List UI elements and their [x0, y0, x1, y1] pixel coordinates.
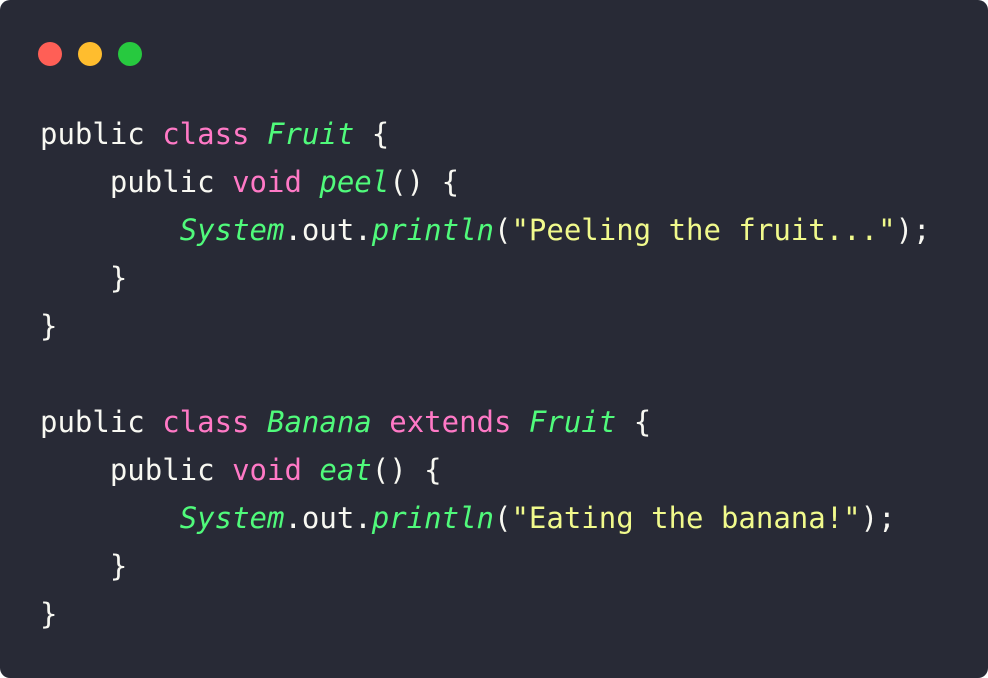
code-type: Fruit [267, 117, 355, 151]
code-line: } [40, 590, 930, 638]
code-text: () { [371, 453, 442, 487]
code-type: Fruit [528, 405, 617, 439]
code-keyword: extends [389, 405, 512, 439]
code-line: } [40, 254, 930, 302]
code-block: public class Fruit { public void peel() … [40, 110, 930, 638]
code-line: } [40, 542, 930, 590]
code-line: public class Banana extends Fruit { [40, 398, 930, 446]
code-function: println [371, 501, 494, 535]
code-string: "Eating the banana!" [511, 501, 861, 535]
code-keyword: class [162, 405, 250, 439]
code-string: "Peeling the fruit..." [511, 213, 896, 247]
maximize-dot-icon[interactable] [118, 42, 142, 66]
code-text: ( [493, 213, 512, 247]
code-text: } [40, 309, 58, 343]
code-text: ( [493, 501, 512, 535]
code-function: println [371, 213, 494, 247]
code-text: ); [860, 501, 896, 535]
code-text: } [40, 261, 128, 295]
code-line: System.out.println("Peeling the fruit...… [40, 206, 931, 254]
code-text: public [40, 453, 233, 487]
code-type: System [179, 501, 285, 535]
code-text: .out. [284, 213, 372, 247]
code-text: public [40, 117, 163, 151]
code-window: public class Fruit { public void peel() … [0, 0, 988, 678]
code-type: Banana [267, 405, 372, 439]
close-dot-icon[interactable] [38, 42, 62, 66]
code-text: } [40, 597, 58, 631]
code-line: public void eat() { [40, 446, 930, 494]
code-function: peel [319, 165, 390, 199]
code-text: public [40, 405, 163, 439]
code-text: () { [389, 165, 460, 199]
code-keyword: class [162, 117, 250, 151]
code-line: System.out.println("Eating the banana!")… [40, 494, 930, 542]
code-text: public [40, 165, 233, 199]
window-controls [38, 42, 142, 66]
code-text: { [354, 117, 390, 151]
code-keyword: void [232, 165, 302, 199]
code-line: public class Fruit { [40, 110, 930, 158]
code-line: } [40, 302, 930, 350]
code-function: eat [319, 453, 372, 487]
code-text: } [40, 549, 128, 583]
code-line: public void peel() { [40, 158, 930, 206]
code-text: ); [895, 213, 931, 247]
code-text: { [616, 405, 652, 439]
code-type: System [179, 213, 285, 247]
code-text: .out. [284, 501, 372, 535]
code-keyword: void [232, 453, 302, 487]
minimize-dot-icon[interactable] [78, 42, 102, 66]
